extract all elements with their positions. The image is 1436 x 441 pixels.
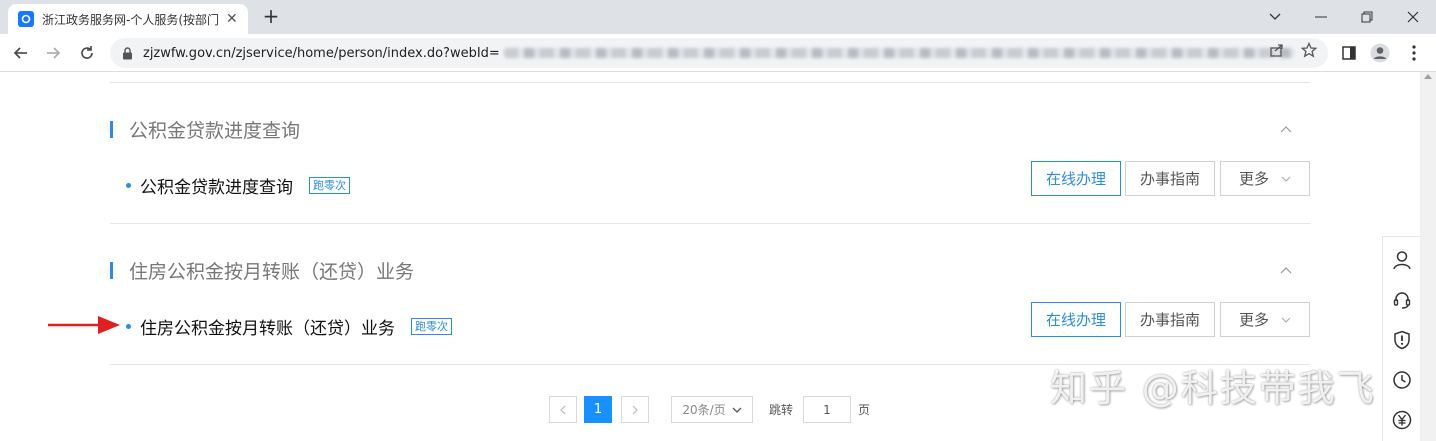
share-icon[interactable]: [1268, 41, 1286, 59]
jump-page-input[interactable]: 1: [803, 396, 851, 423]
jump-label: 跳转: [768, 403, 793, 417]
more-dropdown-button[interactable]: 更多: [1220, 302, 1310, 337]
browser-menu-icon[interactable]: [1403, 42, 1425, 64]
chevron-down-icon: [1281, 317, 1291, 323]
profile-avatar-icon[interactable]: [1369, 42, 1391, 64]
service-item-loan-progress[interactable]: 公积金贷款进度查询 跑零次: [126, 173, 350, 198]
more-label: 更多: [1238, 311, 1269, 329]
tab-close-icon[interactable]: ✕: [226, 11, 238, 27]
history-clock-icon[interactable]: [1392, 370, 1412, 390]
chevron-down-icon: [732, 407, 742, 413]
service-item-label[interactable]: 住房公积金按月转账（还贷）业务: [140, 314, 395, 339]
divider: [110, 223, 1310, 224]
section-accent-bar: [110, 262, 113, 279]
scroll-up-arrow-icon[interactable]: [1424, 74, 1432, 79]
next-page-button[interactable]: [621, 396, 649, 423]
page-size-select[interactable]: 20条/页: [671, 396, 753, 423]
new-tab-button[interactable]: +: [260, 5, 282, 27]
bullet-dot: [126, 183, 131, 188]
tab-search-chevron-icon[interactable]: [1252, 0, 1298, 34]
collapse-chevron-up-icon[interactable]: [1279, 122, 1293, 136]
collapse-chevron-up-icon[interactable]: [1279, 263, 1293, 277]
online-handle-button[interactable]: 在线办理: [1031, 161, 1121, 196]
back-arrow-icon[interactable]: [8, 40, 34, 66]
page-size-label: 20条/页: [682, 403, 726, 417]
page-number-current[interactable]: 1: [584, 396, 612, 423]
browser-title-bar: 浙江政务服务网-个人服务(按部门 ✕ +: [0, 0, 1436, 34]
reload-icon[interactable]: [74, 40, 100, 66]
service-item-monthly-transfer[interactable]: 住房公积金按月转账（还贷）业务 跑零次: [126, 314, 452, 339]
forward-arrow-icon[interactable]: [40, 40, 66, 66]
more-dropdown-button[interactable]: 更多: [1220, 161, 1310, 196]
service-guide-button[interactable]: 办事指南: [1125, 302, 1215, 337]
tab-title: 浙江政务服务网-个人服务(按部门: [42, 12, 220, 27]
chevron-down-icon: [1281, 176, 1291, 182]
prev-page-button[interactable]: [549, 396, 577, 423]
service-guide-button[interactable]: 办事指南: [1125, 161, 1215, 196]
more-label: 更多: [1238, 170, 1269, 188]
divider: [110, 82, 1310, 83]
shield-alert-icon[interactable]: [1392, 330, 1412, 350]
online-handle-button[interactable]: 在线办理: [1031, 302, 1121, 337]
url-text: zjzwfw.gov.cn/zjservice/home/person/inde…: [143, 45, 500, 61]
watermark-text: 知乎 @科技带我飞: [1050, 367, 1376, 410]
browser-toolbar: zjzwfw.gov.cn/zjservice/home/person/inde…: [0, 34, 1436, 72]
page-suffix-label: 页: [857, 403, 870, 417]
bullet-dot: [126, 324, 131, 329]
zero-visit-badge: 跑零次: [411, 318, 452, 335]
section-title-monthly-transfer: 住房公积金按月转账（还贷）业务: [110, 257, 414, 284]
url-redacted: [503, 48, 1294, 58]
restore-button[interactable]: [1344, 0, 1390, 34]
side-panel-icon[interactable]: [1338, 42, 1360, 64]
floating-toolbar: [1382, 236, 1420, 441]
chevron-right-icon: [632, 405, 638, 414]
scrollbar[interactable]: [1420, 72, 1436, 441]
site-favicon-icon: [18, 11, 34, 27]
section-accent-bar: [110, 121, 113, 138]
zero-visit-badge: 跑零次: [309, 177, 350, 194]
customer-service-headset-icon[interactable]: [1392, 290, 1412, 310]
address-bar[interactable]: zjzwfw.gov.cn/zjservice/home/person/inde…: [110, 38, 1328, 68]
browser-tab[interactable]: 浙江政务服务网-个人服务(按部门 ✕: [8, 4, 248, 34]
section-title-loan-progress: 公积金贷款进度查询: [110, 116, 300, 143]
service-item-label[interactable]: 公积金贷款进度查询: [140, 173, 293, 198]
red-arrow-annotation-icon: [48, 316, 120, 334]
lock-icon[interactable]: [122, 46, 133, 60]
close-window-button[interactable]: [1390, 0, 1436, 34]
payment-yuan-icon[interactable]: [1392, 410, 1412, 430]
bookmark-star-icon[interactable]: [1300, 41, 1318, 59]
chevron-left-icon: [560, 405, 566, 414]
user-icon[interactable]: [1392, 250, 1412, 270]
minimize-button[interactable]: [1298, 0, 1344, 34]
